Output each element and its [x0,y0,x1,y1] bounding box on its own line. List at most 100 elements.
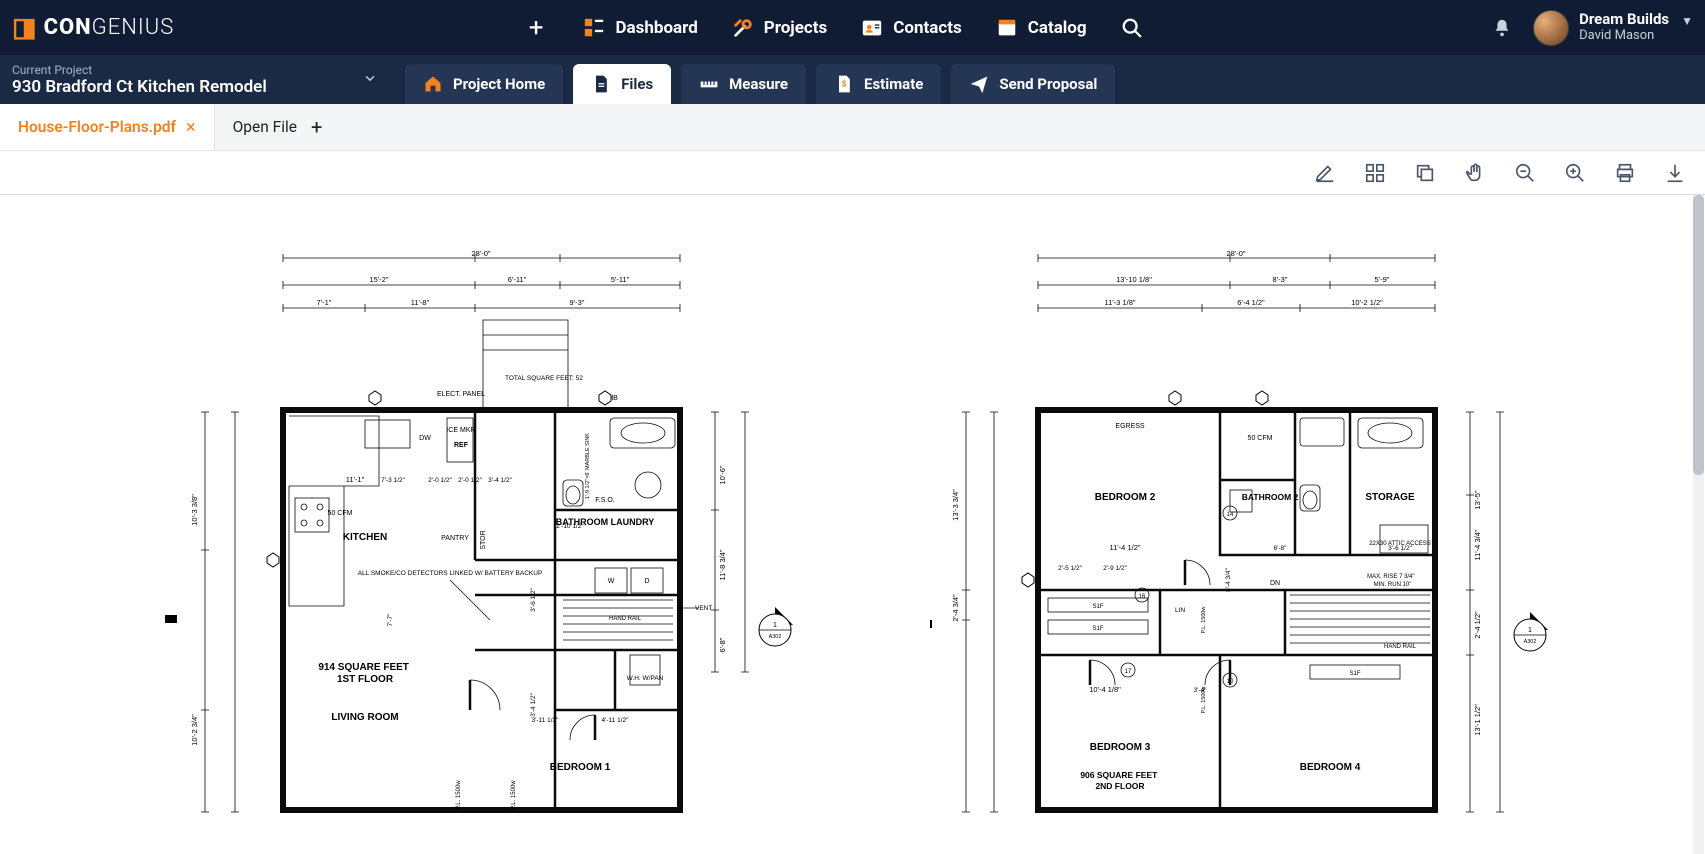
user-menu[interactable]: Dream Builds David Mason ▼ [1533,10,1693,46]
svg-text:S1F: S1F [1092,604,1103,610]
svg-text:ELECT. PANEL: ELECT. PANEL [437,391,485,398]
svg-text:10'-2 1/2": 10'-2 1/2" [1351,298,1383,307]
svg-text:15'-2": 15'-2" [369,275,388,284]
nav-dashboard-label: Dashboard [615,18,697,38]
file-icon [591,74,611,94]
svg-text:6'-11": 6'-11" [508,275,527,284]
tab-measure[interactable]: Measure [681,64,806,104]
svg-text:S1F: S1F [1349,671,1360,677]
svg-text:HAND RAIL: HAND RAIL [1384,644,1417,650]
nav-catalog[interactable]: Catalog [996,17,1087,39]
thumbnails-icon[interactable] [1363,161,1387,185]
svg-text:W: W [608,578,615,585]
file-tab-active[interactable]: House-Floor-Plans.pdf × [0,104,215,150]
contacts-icon [861,17,883,39]
user-text: Dream Builds David Mason [1579,11,1669,43]
svg-text:S1F: S1F [1092,626,1103,632]
svg-text:DN: DN [1270,580,1280,587]
nav-catalog-label: Catalog [1028,18,1087,38]
nav-contacts[interactable]: Contacts [861,17,961,39]
svg-text:2'-9 1/2": 2'-9 1/2" [1103,565,1127,572]
zoom-out-icon[interactable] [1513,161,1537,185]
svg-text:4'-11 1/2": 4'-11 1/2" [602,717,630,724]
nav-projects-label: Projects [764,18,827,38]
tab-project-home-label: Project Home [453,75,545,93]
tab-estimate[interactable]: $ Estimate [816,64,941,104]
svg-text:2'-0 1/2": 2'-0 1/2" [458,477,482,484]
svg-text:9'-3": 9'-3" [570,298,585,307]
open-file-button[interactable]: Open File + [215,104,341,150]
svg-text:7'-1": 7'-1" [317,298,332,307]
svg-text:3'-4 1/2": 3'-4 1/2" [488,477,512,484]
svg-text:906 SQUARE FEET 2ND: 906 SQUARE FEET 2ND FLOOR [1080,770,1159,791]
annotate-icon[interactable] [1313,161,1337,185]
tab-send-proposal[interactable]: Send Proposal [951,64,1115,104]
brand-mark-icon: ◨ [12,13,38,43]
svg-text:10'-4 1/8": 10'-4 1/8" [1089,685,1121,694]
svg-text:VENT: VENT [695,605,712,612]
svg-text:W.H. W/PAN: W.H. W/PAN [627,675,664,682]
scrollbar[interactable] [1693,195,1704,854]
svg-text:14: 14 [1227,512,1234,518]
svg-text:DW: DW [419,435,431,442]
pan-hand-icon[interactable] [1463,161,1487,185]
svg-text:LIN: LIN [1175,607,1185,614]
scrollbar-thumb[interactable] [1693,195,1704,475]
pdf-viewer[interactable]: 28'-0" 15'-2" 6'-11" 5'-11" 7'-1" 11'-8"… [0,195,1705,854]
svg-text:5'-9": 5'-9" [1375,275,1390,284]
nav-contacts-label: Contacts [893,18,961,38]
project-selector[interactable]: Current Project 930 Bradford Ct Kitchen … [0,55,395,104]
brand-con: CON [44,15,92,40]
nav-right: Dream Builds David Mason ▼ [1491,10,1693,46]
tab-estimate-label: Estimate [864,75,923,93]
svg-text:KITCHEN: KITCHEN [343,532,387,543]
print-icon[interactable] [1613,161,1637,185]
svg-text:STORAGE: STORAGE [1365,492,1415,503]
download-icon[interactable] [1663,161,1687,185]
home-icon [423,74,443,94]
global-add-button[interactable]: + [523,13,550,43]
svg-text:3'-4 1/2": 3'-4 1/2" [530,692,537,716]
project-selector-value: 930 Bradford Ct Kitchen Remodel [12,77,381,97]
svg-text:BEDROOM 1: BEDROOM 1 [550,762,611,773]
svg-text:2'-10 1/2": 2'-10 1/2" [556,523,584,530]
user-org: Dream Builds [1579,11,1669,28]
svg-text:10'-2 3/4": 10'-2 3/4" [190,714,199,746]
nav-projects[interactable]: Projects [732,17,827,39]
svg-text:TOTAL SQUARE FEET: 52: TOTAL SQUARE FEET: 52 [505,375,583,382]
svg-text:$: $ [842,79,847,90]
copy-icon[interactable] [1413,161,1437,185]
svg-text:ALL SMOKE/CO DETECTORS LINKED: ALL SMOKE/CO DETECTORS LINKED W/ BATTERY… [358,570,543,577]
svg-text:6'-8": 6'-8" [1274,545,1288,552]
svg-text:BEDROOM 4: BEDROOM 4 [1300,762,1361,773]
svg-text:17: 17 [1125,669,1132,675]
svg-text:1'-9 1/2"×6' MARBLE SINK: 1'-9 1/2"×6' MARBLE SINK [585,433,591,499]
svg-text:3'-4": 3'-4" [1194,687,1208,694]
send-icon [969,74,989,94]
svg-text:7'-7": 7'-7" [387,613,394,627]
plus-icon: + [311,115,322,139]
tab-files[interactable]: Files [573,64,671,104]
svg-text:10: 10 [1227,679,1234,685]
tab-measure-label: Measure [729,75,788,93]
nav-search[interactable] [1121,17,1143,39]
svg-text:1: 1 [1528,627,1532,634]
svg-text:11'-8": 11'-8" [411,298,430,307]
svg-text:P.L. 1500w: P.L. 1500w [1201,607,1207,634]
tab-send-proposal-label: Send Proposal [999,75,1097,93]
svg-text:A302: A302 [1524,639,1537,645]
dashboard-icon [583,17,605,39]
project-bar: Current Project 930 Bradford Ct Kitchen … [0,55,1705,104]
close-icon[interactable]: × [186,117,196,138]
tab-project-home[interactable]: Project Home [405,64,563,104]
svg-text:P.L. 1500w: P.L. 1500w [511,780,517,810]
svg-text:ICE MKR: ICE MKR [446,427,475,434]
svg-text:BATHROOM 2: BATHROOM 2 [1242,492,1299,502]
svg-text:3'-6 1/2": 3'-6 1/2" [530,587,537,611]
zoom-in-icon[interactable] [1563,161,1587,185]
svg-text:11'-8 3/4": 11'-8 3/4" [718,549,727,580]
brand-logo[interactable]: ◨ CONGENIUS [10,13,174,43]
svg-text:13'-1 1/2": 13'-1 1/2" [1473,704,1482,736]
nav-dashboard[interactable]: Dashboard [583,17,697,39]
bell-icon[interactable] [1491,17,1513,39]
